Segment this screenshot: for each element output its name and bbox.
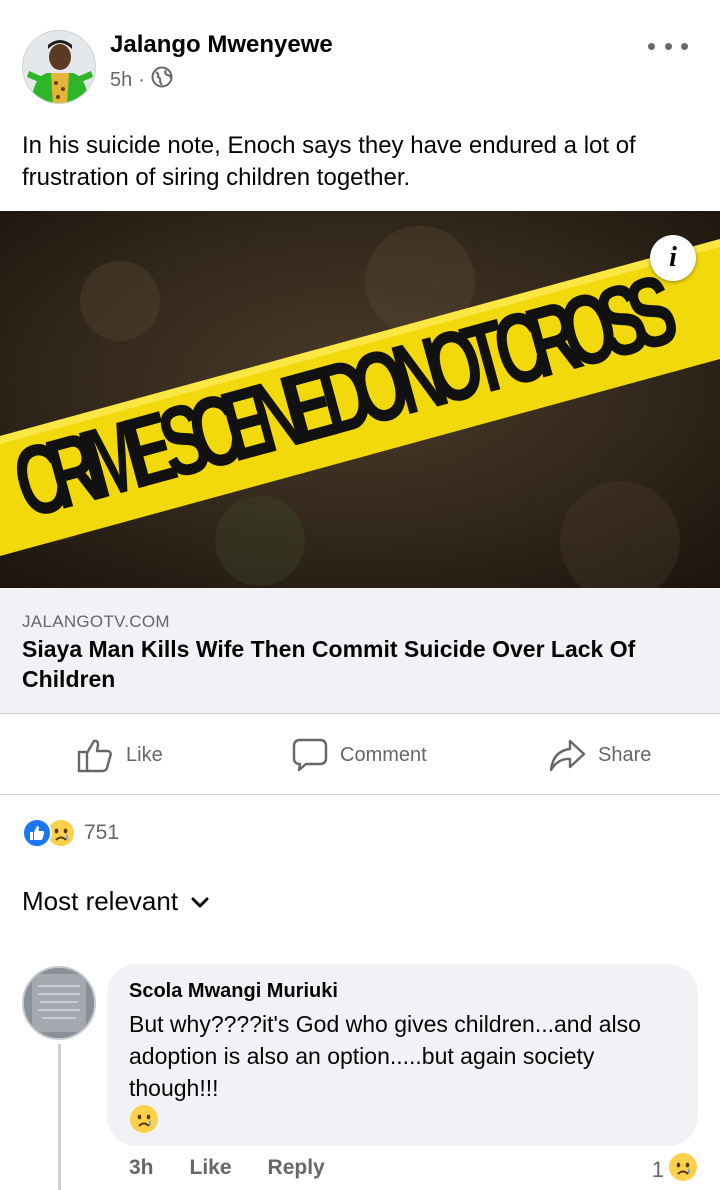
comment-text: But why????it's God who gives children..… — [129, 1011, 641, 1101]
like-reaction-icon — [22, 818, 52, 848]
author-name[interactable]: Jalango Mwenyewe — [110, 31, 333, 59]
link-title: Siaya Man Kills Wife Then Commit Suicide… — [22, 636, 636, 692]
action-bar: Like Comment Share — [0, 715, 720, 795]
comment-reaction[interactable]: 1 — [652, 1152, 698, 1188]
comment-reply-button[interactable]: Reply — [268, 1156, 325, 1180]
comment-actions: 3h Like Reply — [129, 1156, 325, 1180]
share-icon — [548, 737, 586, 773]
like-label: Like — [126, 743, 163, 766]
thread-line — [58, 1044, 61, 1190]
post-time[interactable]: 5h — [110, 69, 132, 92]
crime-scene-tape-image: CRIME SCENE DO NOT CROSS — [0, 211, 720, 588]
sad-face-emoji — [129, 1104, 159, 1134]
globe-icon — [151, 66, 173, 94]
reactions-summary[interactable]: 751 — [22, 816, 119, 850]
more-dots-icon — [648, 42, 655, 50]
sad-reaction-icon — [668, 1152, 698, 1188]
sort-dropdown[interactable]: Most relevant — [22, 886, 210, 917]
comment-reaction-count: 1 — [651, 1157, 664, 1182]
post-header: Jalango Mwenyewe 5h · — [0, 0, 720, 120]
comment-icon — [292, 737, 328, 773]
chevron-down-icon — [190, 886, 210, 917]
link-preview[interactable]: JALANGOTV.COM Siaya Man Kills Wife Then … — [0, 588, 720, 714]
meta-separator: · — [138, 68, 145, 91]
link-preview-image[interactable]: CRIME SCENE DO NOT CROSS i — [0, 211, 720, 588]
share-button[interactable]: Share — [548, 735, 651, 775]
post-text: In his suicide note, Enoch says they hav… — [22, 132, 636, 191]
comment-button[interactable]: Comment — [292, 735, 427, 775]
comment-bubble[interactable]: Scola Mwangi Muriuki But why????it's God… — [107, 964, 698, 1146]
thumbs-up-icon — [76, 736, 114, 774]
reaction-count: 751 — [84, 821, 120, 844]
comment-like-button[interactable]: Like — [190, 1156, 232, 1180]
more-options-button[interactable] — [648, 34, 688, 58]
post-meta: 5h · — [110, 66, 173, 94]
comment-label: Comment — [340, 743, 427, 766]
link-domain: JALANGOTV.COM — [22, 612, 170, 631]
comment-time[interactable]: 3h — [129, 1156, 154, 1180]
commenter-name[interactable]: Scola Mwangi Muriuki — [129, 980, 338, 1003]
share-label: Share — [598, 743, 652, 766]
info-button[interactable]: i — [650, 235, 696, 281]
commenter-avatar[interactable] — [22, 966, 96, 1040]
author-avatar[interactable] — [22, 30, 96, 104]
sort-label: Most relevant — [22, 886, 179, 916]
like-button[interactable]: Like — [76, 735, 163, 775]
